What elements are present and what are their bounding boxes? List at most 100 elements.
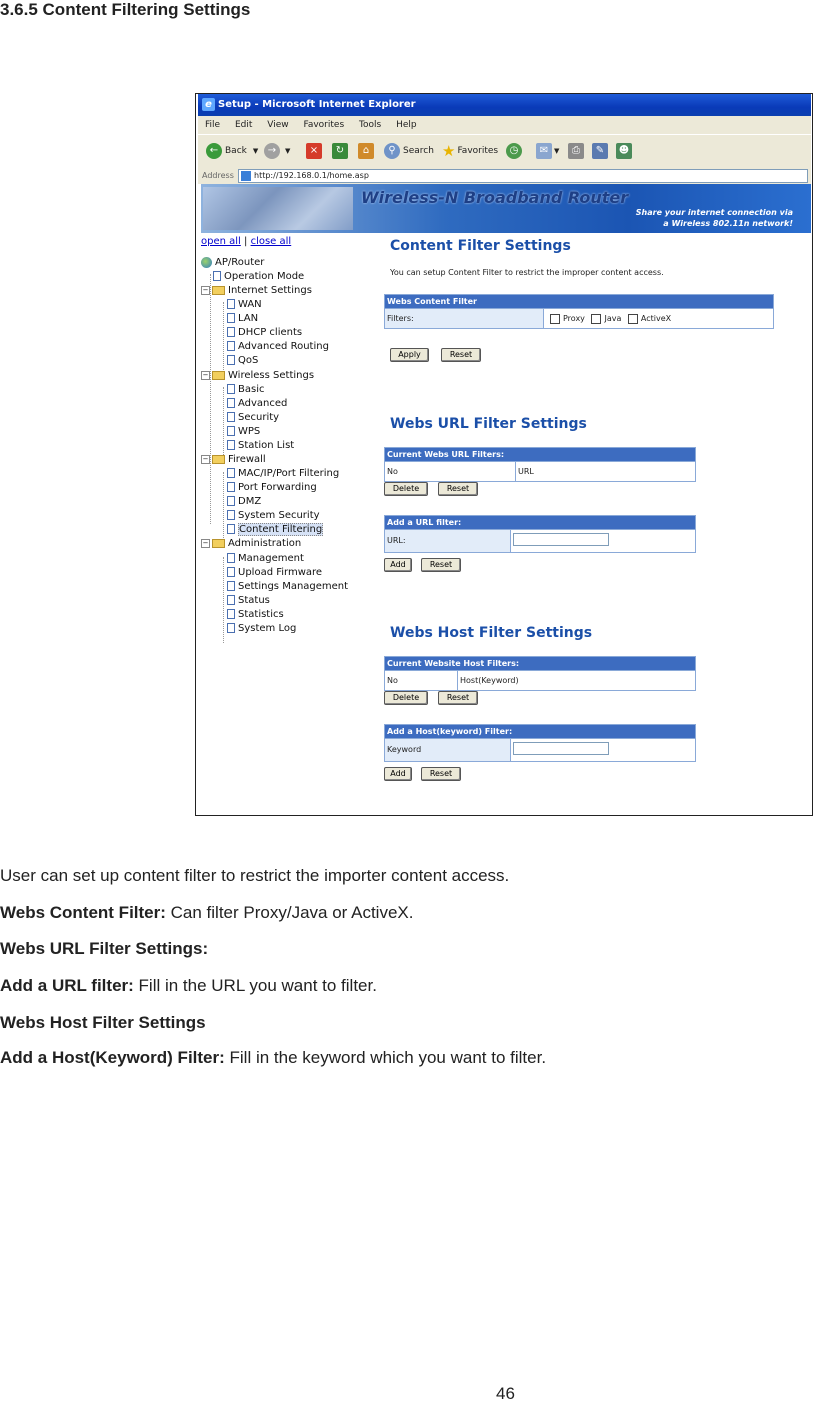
- address-label: Address: [202, 171, 234, 180]
- tree-advanced-routing[interactable]: Advanced Routing: [227, 340, 329, 354]
- stop-button[interactable]: ×: [306, 142, 322, 160]
- home-button[interactable]: ⌂: [358, 142, 374, 160]
- tree-security[interactable]: Security: [227, 411, 279, 425]
- reset-add-url-button[interactable]: Reset: [421, 558, 461, 572]
- router-page: Wireless-N Broadband Router Share your i…: [198, 184, 811, 815]
- messenger-button[interactable]: ☻: [616, 142, 632, 160]
- document-icon: [213, 271, 221, 281]
- tree-dmz[interactable]: DMZ: [227, 495, 261, 509]
- url-input[interactable]: [513, 533, 609, 546]
- ie-window: e Setup - Microsoft Internet Explorer Fi…: [198, 94, 811, 815]
- tree-system-security[interactable]: System Security: [227, 509, 320, 523]
- close-all-link[interactable]: close all: [251, 236, 292, 247]
- document-icon: [227, 426, 235, 436]
- favorites-button[interactable]: ★ Favorites: [442, 142, 498, 160]
- reset-add-host-button[interactable]: Reset: [421, 767, 461, 781]
- delete-url-button[interactable]: Delete: [384, 482, 428, 496]
- refresh-button[interactable]: ↻: [332, 142, 348, 160]
- tree-settings-management[interactable]: Settings Management: [227, 580, 348, 594]
- tree-internet-settings[interactable]: − Internet Settings: [201, 284, 312, 298]
- tree-basic[interactable]: Basic: [227, 383, 264, 397]
- document-icon: [227, 341, 235, 351]
- tree-port-forwarding[interactable]: Port Forwarding: [227, 481, 317, 495]
- menu-help[interactable]: Help: [396, 116, 417, 134]
- add-url-button[interactable]: Add: [384, 558, 412, 572]
- folder-icon: [212, 285, 225, 295]
- reset-button[interactable]: Reset: [441, 348, 481, 362]
- menu-tools[interactable]: Tools: [359, 116, 381, 134]
- section-title: 3.6.5 Content Filtering Settings: [0, 0, 251, 19]
- refresh-icon: ↻: [332, 143, 348, 159]
- keyword-input[interactable]: [513, 742, 609, 755]
- forward-button[interactable]: → ▼: [264, 142, 290, 160]
- tree-station-list[interactable]: Station List: [227, 439, 294, 453]
- intro-paragraph: User can set up content filter to restri…: [0, 866, 510, 885]
- tree-firewall[interactable]: − Firewall: [201, 453, 266, 467]
- document-icon: [227, 524, 235, 534]
- tree-wan[interactable]: WAN: [227, 298, 262, 312]
- document-icon: [227, 609, 235, 619]
- column-url: URL: [515, 462, 695, 481]
- banner-brand: Wireless-N Broadband Router: [361, 188, 629, 207]
- search-button[interactable]: ⚲ Search: [384, 142, 434, 160]
- tree-lan[interactable]: LAN: [227, 312, 258, 326]
- document-icon: [227, 567, 235, 577]
- back-button[interactable]: ← Back ▼: [206, 142, 258, 160]
- address-input[interactable]: http://192.168.0.1/home.asp: [238, 169, 808, 183]
- table-row: No Host(Keyword): [385, 670, 695, 690]
- document-icon: [227, 412, 235, 422]
- home-icon: ⌂: [358, 143, 374, 159]
- url-filter-settings-heading: Webs URL Filter Settings:: [0, 939, 209, 958]
- tree-upload-firmware[interactable]: Upload Firmware: [227, 566, 322, 580]
- banner-tagline: Share your internet connection via a Wir…: [635, 208, 793, 228]
- proxy-checkbox[interactable]: [550, 313, 560, 324]
- window-titlebar: e Setup - Microsoft Internet Explorer: [198, 94, 811, 116]
- document-icon: [227, 327, 235, 337]
- tree-management[interactable]: Management: [227, 552, 304, 566]
- reset-url-button[interactable]: Reset: [438, 482, 478, 496]
- folder-icon: [212, 538, 225, 548]
- activex-checkbox[interactable]: [627, 313, 638, 324]
- menu-file[interactable]: File: [205, 116, 220, 134]
- column-no: No: [387, 467, 398, 476]
- tree-wireless-settings[interactable]: − Wireless Settings: [201, 369, 314, 383]
- apply-button[interactable]: Apply: [390, 348, 429, 362]
- tree-qos[interactable]: QoS: [227, 354, 258, 368]
- reset-host-button[interactable]: Reset: [438, 691, 478, 705]
- menu-view[interactable]: View: [267, 116, 288, 134]
- add-host-button[interactable]: Add: [384, 767, 412, 781]
- java-checkbox[interactable]: [591, 313, 602, 324]
- edit-button[interactable]: ✎: [592, 142, 608, 160]
- tree-root[interactable]: AP/Router: [201, 256, 264, 270]
- tree-advanced[interactable]: Advanced: [227, 397, 287, 411]
- tree-content-filtering[interactable]: Content Filtering: [227, 523, 324, 537]
- chevron-down-icon: ▼: [252, 147, 259, 155]
- tree-dhcp-clients[interactable]: DHCP clients: [227, 326, 302, 340]
- filters-options: Proxy Java ActiveX: [543, 309, 773, 328]
- messenger-icon: ☻: [616, 143, 632, 159]
- menu-favorites[interactable]: Favorites: [303, 116, 344, 134]
- table-row: Filters: Proxy Java ActiveX: [385, 308, 773, 328]
- add-host-filter-paragraph: Add a Host(Keyword) Filter: Fill in the …: [0, 1048, 547, 1067]
- document-icon: [227, 398, 235, 408]
- content-filter-title: Content Filter Settings: [390, 238, 571, 254]
- tree-status[interactable]: Status: [227, 594, 270, 608]
- tree-system-log[interactable]: System Log: [227, 622, 296, 636]
- tree-administration[interactable]: − Administration: [201, 537, 301, 551]
- history-button[interactable]: ◷: [506, 142, 522, 160]
- print-button[interactable]: ⎙: [568, 142, 584, 160]
- collapse-icon: −: [201, 370, 210, 380]
- document-icon: [227, 313, 235, 323]
- mail-button[interactable]: ✉ ▼: [536, 142, 559, 160]
- globe-icon: [201, 256, 212, 268]
- ie-logo-icon: e: [202, 98, 215, 111]
- open-all-link[interactable]: open all: [201, 236, 241, 247]
- content-filter-description: You can setup Content Filter to restrict…: [390, 268, 664, 277]
- table-row: No URL: [385, 461, 695, 481]
- delete-host-button[interactable]: Delete: [384, 691, 428, 705]
- tree-operation-mode[interactable]: Operation Mode: [213, 270, 304, 284]
- tree-wps[interactable]: WPS: [227, 425, 260, 439]
- tree-mac-ip-port-filtering[interactable]: MAC/IP/Port Filtering: [227, 467, 339, 481]
- menu-edit[interactable]: Edit: [235, 116, 252, 134]
- tree-statistics[interactable]: Statistics: [227, 608, 284, 622]
